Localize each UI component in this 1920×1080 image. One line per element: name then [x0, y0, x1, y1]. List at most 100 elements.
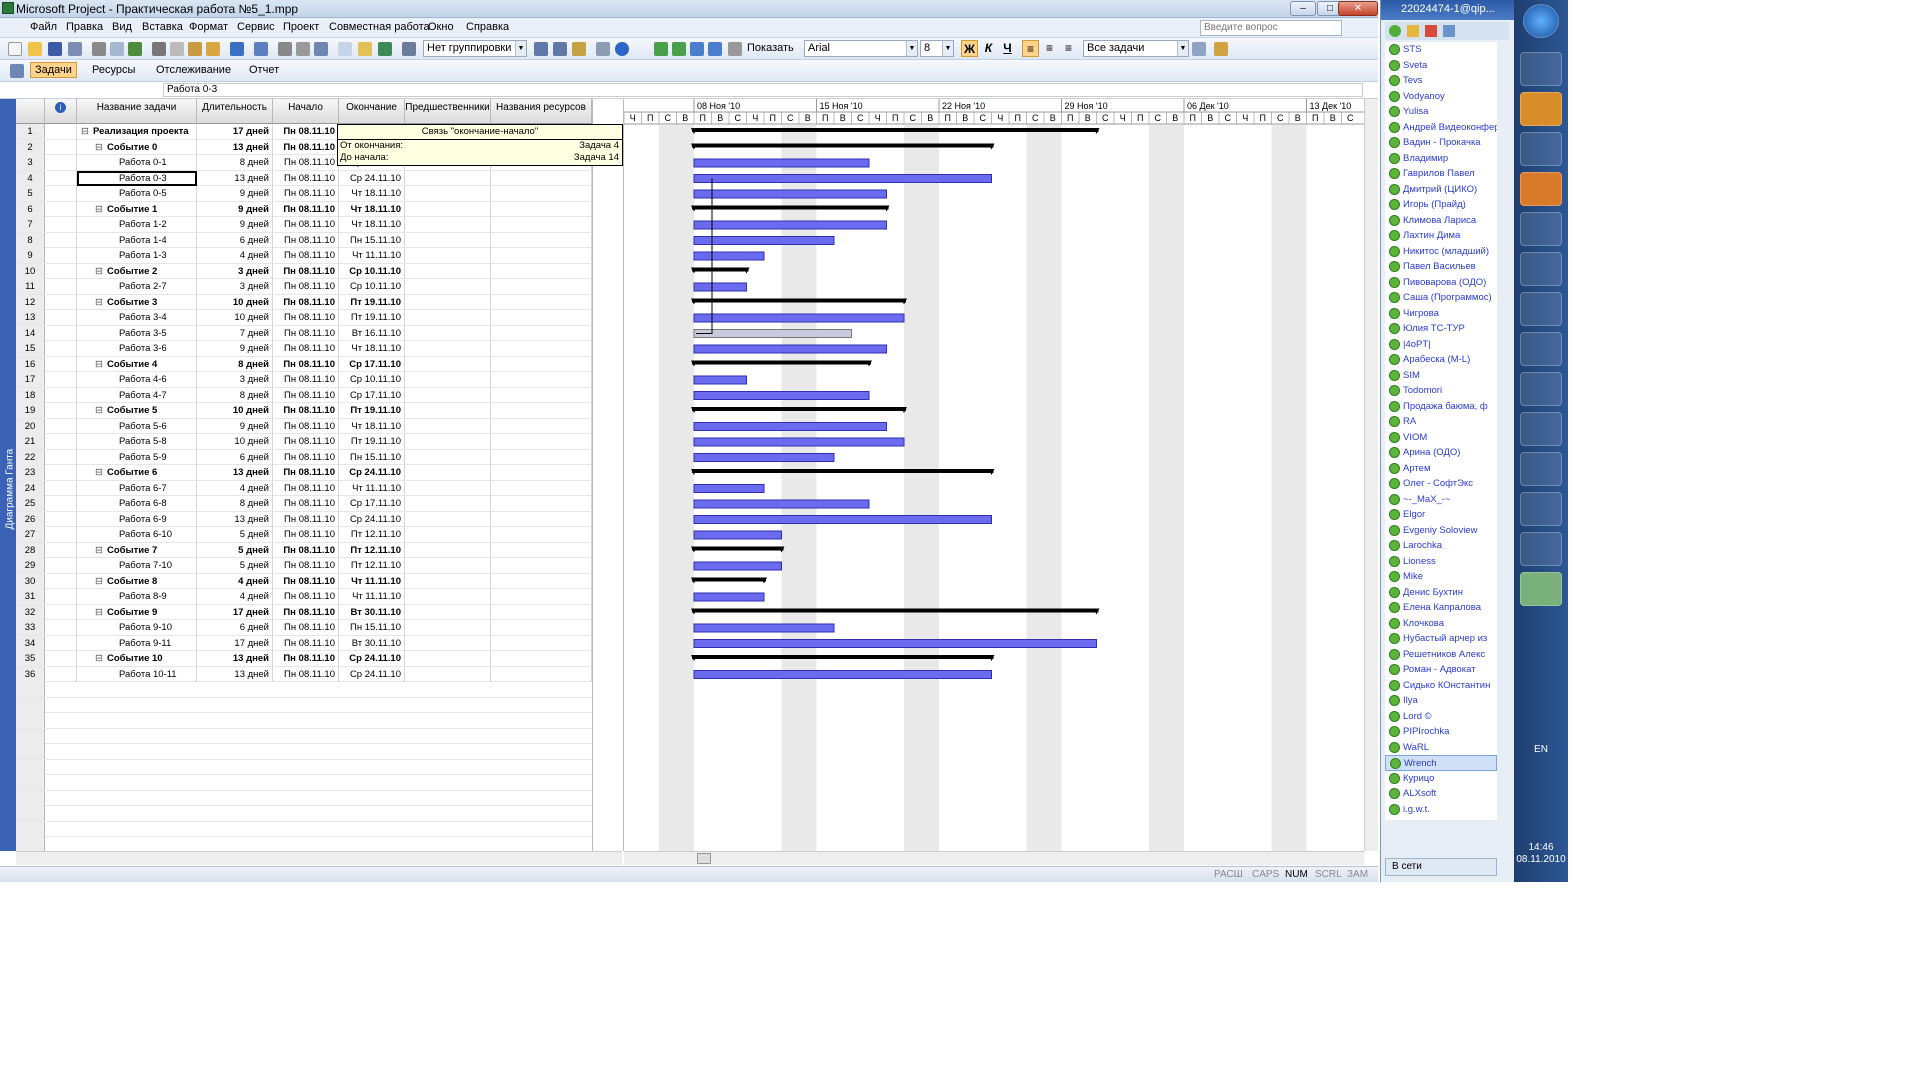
task-start[interactable]: Пн 08.11.10 [273, 449, 339, 465]
row-indicator[interactable] [45, 589, 77, 604]
row-number[interactable]: 2 [16, 139, 45, 155]
media-player-icon[interactable] [1520, 132, 1562, 166]
indent-icon[interactable] [672, 42, 686, 56]
task-finish[interactable]: Вт 16.11.10 [339, 325, 405, 341]
task-resources[interactable] [491, 232, 592, 248]
explorer-icon[interactable] [1520, 92, 1562, 126]
row-number[interactable] [16, 806, 45, 821]
row-indicator[interactable] [45, 387, 77, 403]
table-row[interactable]: 16 ⊟ Событие 48 дней Пн 08.11.10 Ср 17.11.10 [16, 356, 592, 372]
task-duration[interactable]: 13 дней [197, 139, 273, 155]
row-indicator[interactable] [45, 480, 77, 496]
task-predecessors[interactable] [405, 170, 491, 186]
row-number[interactable]: 34 [16, 635, 45, 651]
paste-icon[interactable] [188, 42, 202, 56]
row-indicator[interactable] [45, 651, 77, 666]
task-predecessors[interactable] [405, 573, 491, 589]
row-indicator[interactable] [45, 186, 77, 201]
qip-icon[interactable] [1520, 532, 1562, 566]
row-number[interactable] [16, 682, 45, 697]
task-name[interactable]: Работа 3-6 [77, 341, 197, 356]
contact-item[interactable]: Evgeniy Soloview [1385, 523, 1497, 539]
contact-item[interactable]: Lioness [1385, 554, 1497, 570]
collapse-icon[interactable]: ⊟ [95, 607, 103, 618]
row-number[interactable]: 29 [16, 558, 45, 573]
task-start[interactable]: Пн 08.11.10 [273, 341, 339, 356]
contact-item[interactable]: Чигрова [1385, 306, 1497, 322]
task-duration[interactable]: 4 дней [197, 589, 273, 604]
qip-status-button[interactable]: В сети [1385, 858, 1497, 876]
empty-row[interactable] [16, 728, 592, 744]
row-number[interactable] [16, 775, 45, 790]
task-predecessors[interactable] [405, 480, 491, 496]
row-indicator[interactable] [45, 449, 77, 465]
task-finish[interactable]: Чт 11.11.10 [339, 589, 405, 604]
task-duration[interactable]: 8 дней [197, 496, 273, 511]
task-finish[interactable]: Чт 18.11.10 [339, 341, 405, 356]
hide-subtasks-icon[interactable] [708, 42, 722, 56]
task-resources[interactable] [491, 325, 592, 341]
task-start[interactable]: Пн 08.11.10 [273, 558, 339, 573]
task-predecessors[interactable] [405, 387, 491, 403]
contact-item[interactable]: Саша (Программос) [1385, 290, 1497, 306]
row-number[interactable]: 24 [16, 480, 45, 496]
row-number[interactable]: 7 [16, 217, 45, 232]
row-number[interactable]: 16 [16, 356, 45, 372]
empty-row[interactable] [16, 790, 592, 806]
contact-item[interactable]: Курицо [1385, 771, 1497, 787]
contact-item[interactable]: Денис Бухтин [1385, 585, 1497, 601]
task-finish[interactable]: Чт 18.11.10 [339, 201, 405, 217]
task-predecessors[interactable] [405, 589, 491, 604]
task-finish[interactable]: Чт 11.11.10 [339, 573, 405, 589]
row-indicator[interactable] [45, 248, 77, 263]
task-predecessors[interactable] [405, 186, 491, 201]
task-resources[interactable] [491, 604, 592, 620]
menu-window[interactable]: Окно [428, 21, 454, 33]
table-row[interactable]: 21 Работа 5-8 10 дней Пн 08.11.10 Пт 19.11.1… [16, 434, 592, 450]
row-number[interactable]: 20 [16, 418, 45, 434]
task-finish[interactable]: Пт 12.11.10 [339, 527, 405, 542]
task-duration[interactable]: 10 дней [197, 403, 273, 418]
task-resources[interactable] [491, 186, 592, 201]
task-predecessors[interactable] [405, 465, 491, 480]
copy-picture-icon[interactable] [596, 42, 610, 56]
task-resources[interactable] [491, 666, 592, 682]
row-indicator[interactable] [45, 604, 77, 620]
task-predecessors[interactable] [405, 356, 491, 372]
task-duration[interactable]: 9 дней [197, 341, 273, 356]
task-start[interactable]: Пн 08.11.10 [273, 635, 339, 651]
task-duration[interactable]: 13 дней [197, 651, 273, 666]
contact-item[interactable]: WaRL [1385, 740, 1497, 756]
resources-button[interactable]: Ресурсы [88, 63, 139, 77]
task-predecessors[interactable] [405, 341, 491, 356]
collapse-icon[interactable]: ⊟ [95, 467, 103, 478]
task-name[interactable]: Работа 1-2 [77, 217, 197, 232]
task-start[interactable]: Пн 08.11.10 [273, 310, 339, 325]
task-resources[interactable] [491, 651, 592, 666]
table-row[interactable]: 34 Работа 9-11 17 дней Пн 08.11.10 Вт 30.11.… [16, 635, 592, 651]
row-number[interactable] [16, 790, 45, 806]
contact-item[interactable]: Юлия ТС-ТУР [1385, 321, 1497, 337]
tasks-button[interactable]: Задачи [30, 62, 77, 78]
task-duration[interactable]: 4 дней [197, 573, 273, 589]
row-indicator[interactable] [45, 666, 77, 682]
task-name[interactable]: Работа 8-9 [77, 589, 197, 604]
task-resources[interactable] [491, 248, 592, 263]
task-predecessors[interactable] [405, 279, 491, 294]
table-row[interactable]: 24 Работа 6-7 4 дней Пн 08.11.10 Чт 11.11.10 [16, 480, 592, 496]
row-number[interactable]: 12 [16, 294, 45, 310]
task-duration[interactable]: 13 дней [197, 465, 273, 480]
contact-item[interactable]: Lord © [1385, 709, 1497, 725]
header-corner[interactable] [16, 99, 45, 124]
contact-item[interactable]: Larochka [1385, 538, 1497, 554]
row-number[interactable] [16, 759, 45, 775]
qip-icon[interactable] [1520, 492, 1562, 526]
task-name[interactable]: Работа 3-5 [77, 325, 197, 341]
row-number[interactable]: 18 [16, 387, 45, 403]
task-resources[interactable] [491, 465, 592, 480]
table-row[interactable]: 7 Работа 1-2 9 дней Пн 08.11.10 Чт 18.11.10 [16, 217, 592, 233]
empty-row[interactable] [16, 744, 592, 760]
mail-icon[interactable] [1425, 25, 1437, 37]
task-start[interactable]: Пн 08.11.10 [273, 248, 339, 263]
task-resources[interactable] [491, 279, 592, 294]
